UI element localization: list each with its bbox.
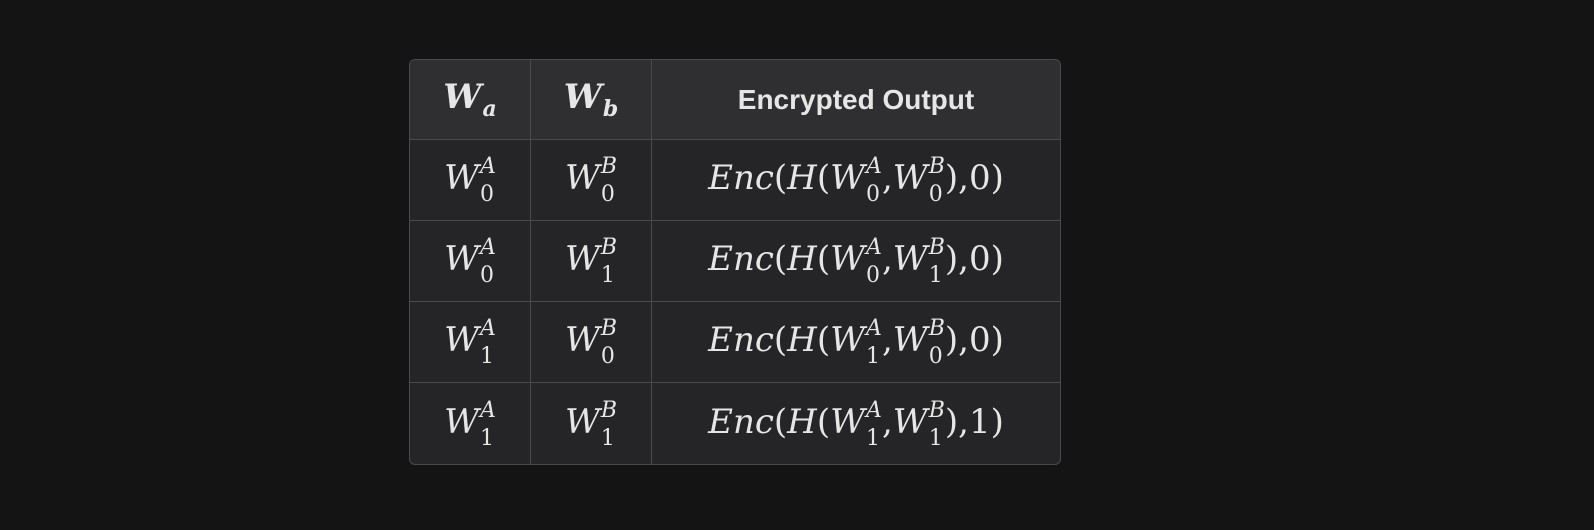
wb-sup: B [600, 397, 618, 423]
table-row: W A 1 W B 0 Enc(H(W A 1 ,W B 0),0) [410, 302, 1060, 383]
table-row: W A 0 W B 1 Enc(H(W A 0 ,W B 1),0) [410, 221, 1060, 302]
cell-wa: WA 0 [410, 140, 531, 221]
enc-fn: Enc [708, 401, 774, 442]
hash-fn: H [787, 320, 817, 360]
out-wb-sub: 1 [928, 263, 943, 288]
table-row: W A 1 W B 1 Enc(H(W A 1 ,W B 1),1) [410, 383, 1060, 464]
out-wb-sub: 1 [928, 425, 943, 451]
enc-fn: Enc [708, 320, 774, 360]
wa-sub: 0 [480, 263, 495, 288]
cell-encrypted-output: Enc(H(W A 1 ,W B 1),1) [708, 397, 1004, 451]
wb-sup: B [600, 316, 618, 341]
cell-wb: WB 0 [531, 140, 652, 221]
header-wa: Wa [410, 60, 531, 140]
wb-sub: 0 [600, 344, 615, 369]
out-wa-base: W [830, 401, 866, 442]
cell-wb: WB1 [531, 383, 652, 464]
header-wa-sub: a [482, 96, 497, 122]
garbled-truth-table: Wa Wb Encrypted Output W A 0 W B 0 Enc(H(W A 0 ,W… [409, 59, 1061, 465]
header-wb: Wb [531, 60, 652, 140]
page: Wa Wb Encrypted Output W A 0 W B 0 Enc(H(W A 0 ,W… [0, 0, 1594, 530]
output-bit: 1 [968, 401, 991, 442]
header-wa-base: W [443, 77, 482, 117]
cell-wb: WB 1 [531, 221, 652, 302]
wa-base: W [444, 320, 480, 360]
wa-sub: 0 [480, 182, 495, 207]
wa-sup: A [480, 397, 496, 423]
wa-sub: 1 [480, 425, 495, 451]
cell-encrypted-output: Enc(H(W A 0 ,W B 0),0) [652, 140, 1060, 221]
wb-sup: B [600, 235, 618, 260]
header-wb-sub: b [602, 96, 619, 122]
out-wa-sup: A [866, 235, 882, 260]
out-wa-sup: A [866, 316, 882, 341]
out-wa-sub: 1 [866, 425, 881, 451]
header-wb-base: W [563, 77, 602, 117]
wa-base: W [444, 401, 480, 442]
wa-sub: 1 [480, 344, 495, 369]
output-bit: 0 [968, 320, 991, 360]
wb-sup: B [600, 154, 618, 179]
out-wa-base: W [830, 320, 866, 360]
out-wb-base: W [892, 401, 928, 442]
hash-fn: H [787, 401, 817, 442]
wb-sub: 1 [600, 263, 615, 288]
out-wa-base: W [830, 158, 866, 198]
enc-fn: Enc [708, 158, 774, 198]
wa-sup: A [480, 235, 496, 260]
out-wa-sub: 0 [866, 263, 881, 288]
out-wb-base: W [892, 239, 928, 279]
out-wa-sub: 1 [866, 344, 881, 369]
header-encrypted-output-label: Encrypted Output [737, 83, 975, 115]
wa-sup: A [480, 316, 496, 341]
cell-wa: WA1 [410, 383, 531, 464]
wb-base: W [564, 320, 600, 360]
out-wb-sup: B [928, 316, 945, 341]
out-wb-sub: 0 [928, 344, 943, 369]
out-wa-sup: A [866, 397, 882, 423]
cell-encrypted-output: Enc(H(W A 0 ,W B 1),0) [652, 221, 1060, 302]
table-row: W A 0 W B 0 Enc(H(W A 0 ,W B 0),0) [410, 140, 1060, 221]
out-wb-base: W [892, 158, 928, 198]
wb-base: W [564, 158, 600, 198]
out-wa-sup: A [866, 154, 882, 179]
output-bit: 0 [968, 158, 991, 198]
cell-wb: WB 0 [531, 302, 652, 383]
cell-wa: WA 0 [410, 221, 531, 302]
cell-encrypted-output: Enc(H(W A 1 ,W B 0),0) [652, 302, 1060, 383]
hash-fn: H [787, 239, 817, 279]
out-wb-sub: 0 [928, 182, 943, 207]
table-body: W A 0 W B 0 Enc(H(W A 0 ,W B 0),0) W A 0 W B 1 Enc(H(W A 0 ,W… [410, 140, 1060, 464]
cell-wa: WA 1 [410, 302, 531, 383]
wa-sup: A [480, 154, 496, 179]
out-wa-base: W [830, 239, 866, 279]
wa-base: W [444, 158, 480, 198]
out-wa-sub: 0 [866, 182, 881, 207]
header-row: Wa Wb Encrypted Output [410, 60, 1060, 140]
out-wb-base: W [892, 320, 928, 360]
wb-base: W [564, 401, 600, 442]
out-wb-sup: B [928, 235, 945, 260]
enc-fn: Enc [708, 239, 774, 279]
out-wb-sup: B [928, 154, 945, 179]
output-bit: 0 [968, 239, 991, 279]
wb-base: W [564, 239, 600, 279]
wa-base: W [444, 239, 480, 279]
wb-sub: 1 [600, 425, 615, 451]
wb-sub: 0 [600, 182, 615, 207]
header-encrypted-output: Encrypted Output [652, 60, 1060, 140]
hash-fn: H [787, 158, 817, 198]
out-wb-sup: B [928, 397, 945, 423]
